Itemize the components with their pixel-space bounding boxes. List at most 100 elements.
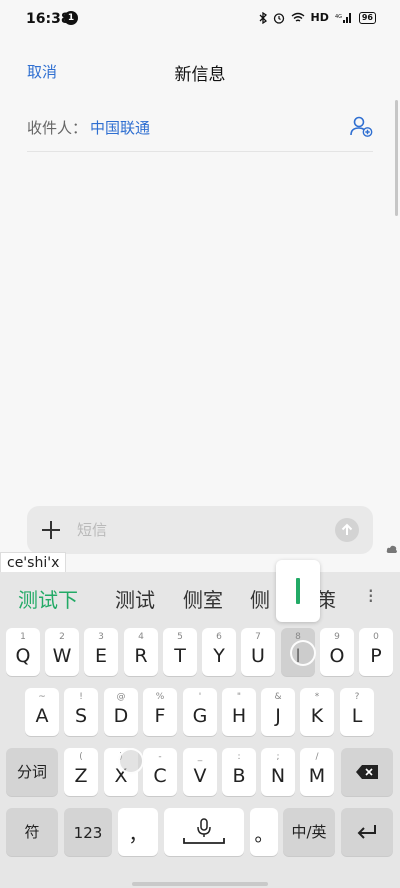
key-g[interactable]: ' G bbox=[183, 688, 217, 736]
key-u-hint: 7 bbox=[255, 632, 261, 642]
fenci-label: 分词 bbox=[16, 763, 47, 781]
key-t[interactable]: 5T bbox=[163, 628, 197, 676]
key-e-hint: 3 bbox=[98, 632, 104, 642]
key-q-hint: 1 bbox=[20, 632, 26, 642]
page-title: 新信息 bbox=[174, 65, 226, 85]
key-d-hint: @ bbox=[116, 692, 126, 702]
wifi-icon bbox=[291, 12, 304, 22]
message-input[interactable] bbox=[77, 518, 317, 542]
key-u[interactable]: 7U bbox=[241, 628, 275, 676]
key-r-label: R bbox=[134, 645, 148, 667]
key-press-preview bbox=[276, 560, 320, 622]
key-p-hint: 0 bbox=[373, 632, 379, 642]
scroll-indicator bbox=[395, 100, 398, 216]
key-h[interactable]: " H bbox=[222, 688, 256, 736]
key-d-label: D bbox=[113, 705, 129, 727]
key-p[interactable]: 0P bbox=[359, 628, 393, 676]
comma-key[interactable]: ， bbox=[118, 808, 158, 856]
send-button[interactable] bbox=[335, 518, 359, 542]
key-q-label: Q bbox=[15, 645, 31, 667]
key-d[interactable]: @ D bbox=[104, 688, 138, 736]
more-candidates-button[interactable]: ⁝ bbox=[368, 584, 374, 608]
plus-icon[interactable] bbox=[39, 518, 63, 542]
status-bar: 16:38 1 HD 4G 96 bbox=[0, 0, 400, 40]
key-b-hint: : bbox=[237, 752, 241, 762]
key-w[interactable]: 2W bbox=[45, 628, 79, 676]
network-hd-label: HD bbox=[310, 11, 329, 24]
symbol-button[interactable]: 符 bbox=[6, 808, 58, 856]
key-n-label: N bbox=[270, 765, 286, 787]
key-n[interactable]: ; N bbox=[261, 748, 295, 796]
key-b[interactable]: :B bbox=[222, 748, 256, 796]
period-label: 。 bbox=[254, 824, 274, 846]
backspace-button[interactable] bbox=[341, 748, 393, 796]
key-f[interactable]: % F bbox=[143, 688, 177, 736]
status-icons: HD 4G 96 bbox=[259, 11, 376, 24]
touch-indicator bbox=[290, 640, 316, 666]
header: 取消 新信息 bbox=[0, 48, 400, 94]
key-a-hint: ~ bbox=[38, 692, 46, 702]
cloud-icon bbox=[386, 545, 397, 553]
candidate-2[interactable]: 测试 bbox=[115, 584, 155, 613]
candidate-1[interactable]: 测试下 bbox=[18, 584, 78, 613]
key-j-hint: & bbox=[274, 692, 282, 702]
candidate-4[interactable]: 侧 bbox=[250, 584, 270, 613]
number-button[interactable]: 123 bbox=[64, 808, 112, 856]
key-f-hint: % bbox=[155, 692, 165, 702]
key-v[interactable]: _ V bbox=[183, 748, 217, 796]
recipient-label: 收件人： bbox=[27, 119, 88, 137]
key-z-hint: ( bbox=[79, 752, 83, 762]
key-l[interactable]: ? L bbox=[340, 688, 374, 736]
touch-indicator-secondary bbox=[118, 748, 144, 774]
key-s[interactable]: ! S bbox=[64, 688, 98, 736]
keyboard: 测试下 测试 侧室 侧 策 ⁝ 1Q 2W 3E 4R 5T 6Y 7U 8I … bbox=[0, 572, 400, 888]
symbol-label: 符 bbox=[24, 823, 40, 841]
enter-button[interactable] bbox=[341, 808, 393, 856]
recipient-chip[interactable]: 中国联通 bbox=[90, 117, 150, 138]
battery-indicator: 96 bbox=[358, 11, 376, 24]
key-e[interactable]: 3E bbox=[84, 628, 118, 676]
key-e-label: E bbox=[94, 645, 107, 667]
key-s-label: S bbox=[74, 705, 88, 727]
key-n-hint: ; bbox=[276, 752, 280, 762]
key-c-label: C bbox=[153, 765, 167, 787]
key-preview-glyph bbox=[296, 578, 300, 604]
recipient-row[interactable]: 收件人： 中国联通 bbox=[27, 104, 373, 152]
alarm-icon bbox=[273, 12, 284, 24]
key-y[interactable]: 6Y bbox=[202, 628, 236, 676]
add-contact-icon[interactable] bbox=[349, 114, 373, 138]
space-bar[interactable] bbox=[164, 808, 244, 856]
key-m[interactable]: / M bbox=[300, 748, 334, 796]
key-u-label: U bbox=[251, 645, 265, 667]
notification-badge: 1 bbox=[64, 11, 78, 25]
key-c[interactable]: -C bbox=[143, 748, 177, 796]
key-m-hint: / bbox=[315, 752, 319, 762]
key-f-label: F bbox=[154, 705, 166, 727]
key-b-label: B bbox=[232, 765, 246, 787]
backspace-icon bbox=[356, 765, 378, 779]
key-w-label: W bbox=[52, 645, 72, 667]
key-k[interactable]: * K bbox=[300, 688, 334, 736]
key-j[interactable]: & J bbox=[261, 688, 295, 736]
key-z[interactable]: (Z bbox=[64, 748, 98, 796]
candidate-3[interactable]: 侧室 bbox=[183, 584, 223, 613]
key-r[interactable]: 4R bbox=[124, 628, 158, 676]
key-z-label: Z bbox=[74, 765, 88, 787]
key-q[interactable]: 1Q bbox=[6, 628, 40, 676]
microphone-icon bbox=[183, 818, 225, 844]
key-g-hint: ' bbox=[198, 692, 202, 702]
key-v-label: V bbox=[193, 765, 207, 787]
key-h-label: H bbox=[231, 705, 247, 727]
key-k-hint: * bbox=[314, 692, 320, 702]
key-o[interactable]: 9O bbox=[320, 628, 354, 676]
period-key[interactable]: 。 bbox=[250, 808, 278, 856]
fenci-button[interactable]: 分词 bbox=[6, 748, 58, 796]
language-switch-button[interactable]: 中/英 bbox=[283, 808, 335, 856]
key-a[interactable]: ~ A bbox=[25, 688, 59, 736]
key-w-hint: 2 bbox=[59, 632, 65, 642]
number-label: 123 bbox=[73, 824, 103, 842]
key-k-label: K bbox=[310, 705, 324, 727]
composition-text: ce'shi'x bbox=[0, 552, 67, 574]
home-indicator bbox=[132, 882, 268, 886]
candidate-bar: 测试下 测试 侧室 侧 策 ⁝ bbox=[0, 572, 400, 622]
